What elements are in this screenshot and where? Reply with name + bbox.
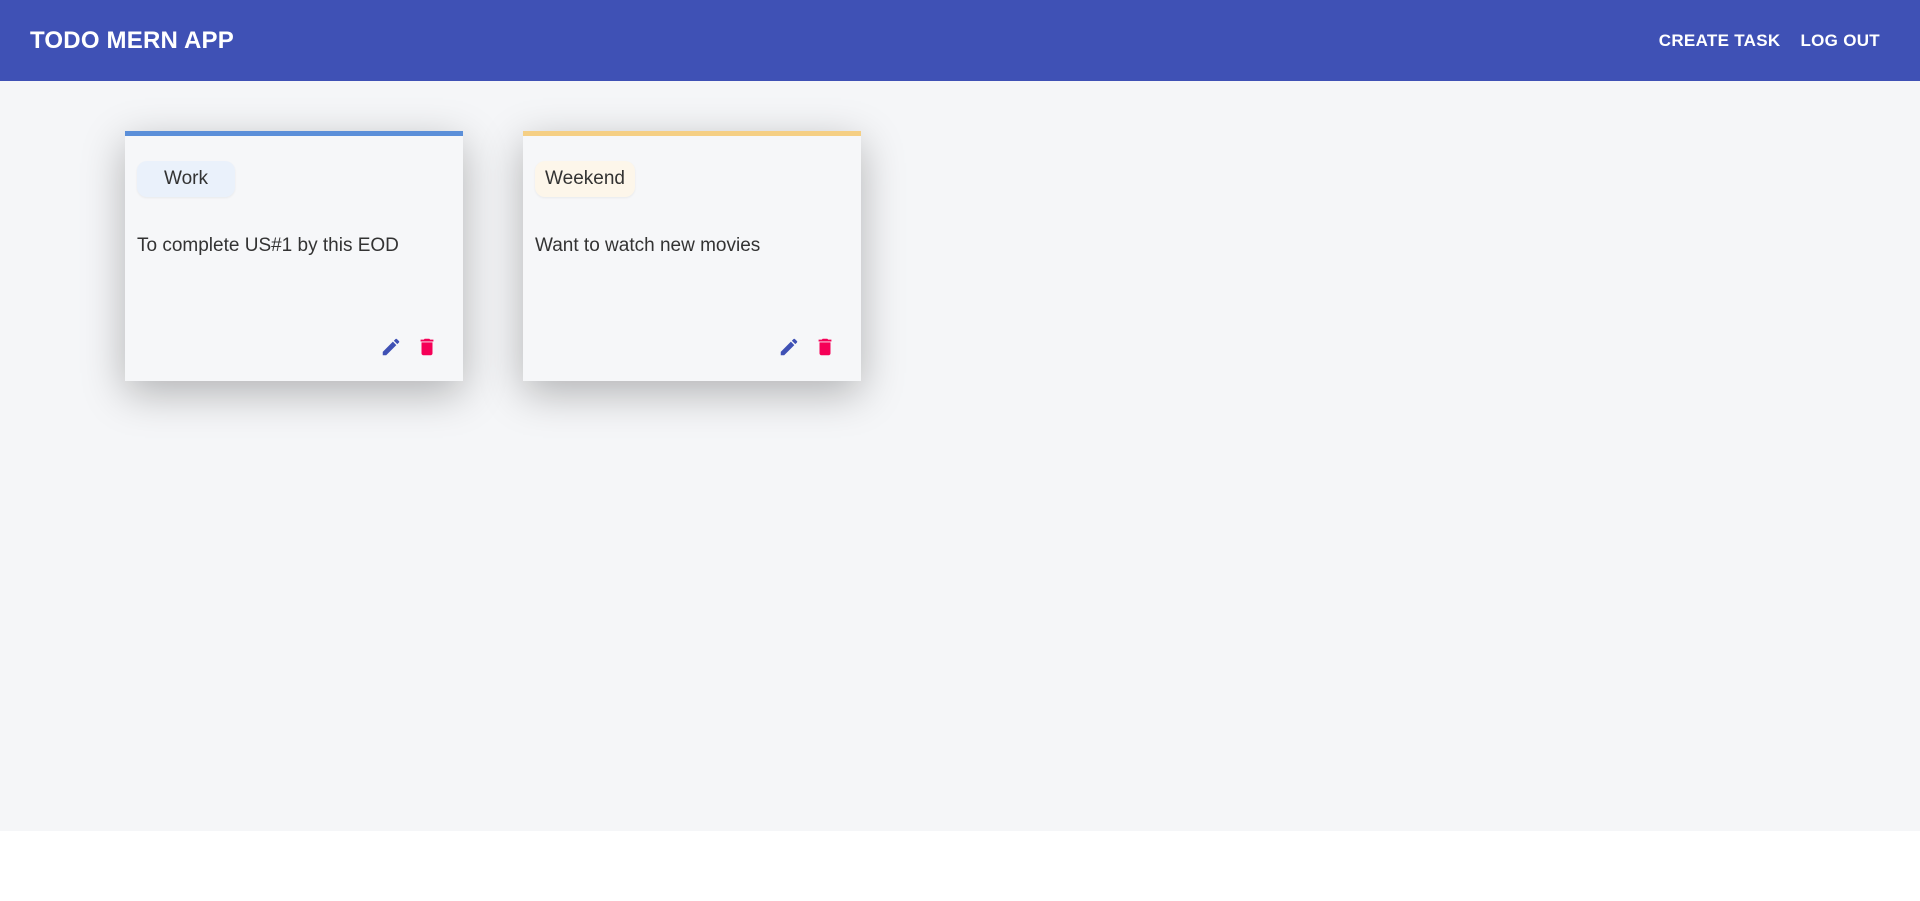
app-title: TODO MERN APP — [30, 26, 234, 54]
task-text: Want to watch new movies — [535, 235, 761, 256]
task-board: Work To complete US#1 by this EOD Weeken… — [0, 81, 1920, 831]
card-actions — [379, 335, 439, 359]
app-bar: TODO MERN APP CREATE TASK LOG OUT — [0, 0, 1920, 81]
trash-icon[interactable] — [415, 335, 439, 359]
category-chip: Work — [137, 161, 235, 197]
create-task-button[interactable]: CREATE TASK — [1649, 23, 1791, 59]
task-card: Weekend Want to watch new movies — [523, 131, 861, 381]
category-chip: Weekend — [535, 161, 635, 197]
card-actions — [777, 335, 837, 359]
trash-icon[interactable] — [813, 335, 837, 359]
card-accent-border — [125, 131, 463, 136]
logout-button[interactable]: LOG OUT — [1790, 23, 1890, 59]
task-text: To complete US#1 by this EOD — [137, 235, 399, 256]
task-card: Work To complete US#1 by this EOD — [125, 131, 463, 381]
card-accent-border — [523, 131, 861, 136]
nav-actions: CREATE TASK LOG OUT — [1649, 23, 1890, 59]
pencil-icon[interactable] — [777, 335, 801, 359]
pencil-icon[interactable] — [379, 335, 403, 359]
